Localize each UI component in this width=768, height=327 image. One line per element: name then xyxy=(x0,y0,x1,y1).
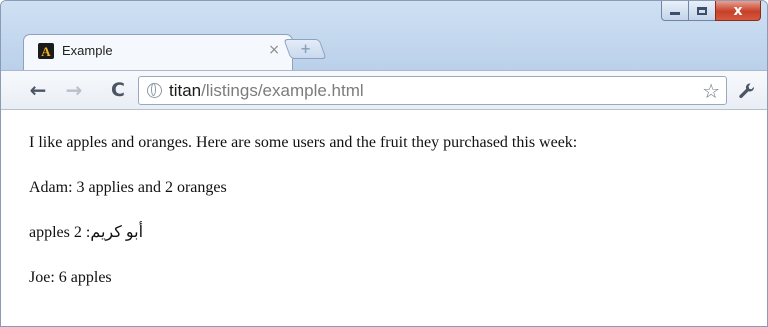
bookmark-star-icon[interactable]: ☆ xyxy=(702,79,720,103)
reload-icon: C xyxy=(111,79,125,101)
page-content: I like apples and oranges. Here are some… xyxy=(1,110,767,326)
close-window-button[interactable]: x xyxy=(715,1,761,21)
url-path: /listings/example.html xyxy=(201,81,364,100)
forward-arrow-icon: → xyxy=(65,78,83,102)
wrench-icon[interactable] xyxy=(735,79,759,103)
tab-example[interactable]: A Example × xyxy=(23,34,293,71)
favicon-letter: A xyxy=(41,43,51,59)
forward-button[interactable]: → xyxy=(61,77,87,103)
reload-button[interactable]: C xyxy=(105,77,131,103)
plus-icon: + xyxy=(299,41,311,57)
address-bar[interactable]: titan/listings/example.html ☆ xyxy=(138,76,727,105)
tab-title: Example xyxy=(62,43,113,58)
window-controls: x xyxy=(661,1,761,23)
minimize-icon xyxy=(670,12,680,15)
maximize-button[interactable] xyxy=(688,1,716,21)
favicon-icon: A xyxy=(38,43,54,59)
url-host: titan xyxy=(169,81,202,100)
url-text[interactable]: titan/listings/example.html xyxy=(169,81,364,101)
tab-close-icon[interactable]: × xyxy=(268,42,280,58)
navigation-toolbar: ← → C titan/listings/example.html ☆ xyxy=(1,70,767,110)
new-tab-button[interactable]: + xyxy=(283,39,327,59)
intro-paragraph: I like apples and oranges. Here are some… xyxy=(29,134,578,151)
purchase-line-adam: Adam: 3 applies and 2 oranges xyxy=(29,179,227,196)
purchase-line-joe: Joe: 6 apples xyxy=(29,269,112,286)
close-icon: x xyxy=(733,2,743,19)
back-arrow-icon: ← xyxy=(29,78,47,102)
title-bar: x A Example × + xyxy=(1,1,767,71)
back-button[interactable]: ← xyxy=(25,77,51,103)
browser-window: x A Example × + ← → C titan/listings/exa… xyxy=(0,0,768,327)
purchase-line-abu-karim: أبو كريم: 2 apples xyxy=(29,224,144,241)
minimize-button[interactable] xyxy=(661,1,689,21)
wrench-svg xyxy=(739,83,754,99)
globe-icon xyxy=(147,83,162,98)
maximize-icon xyxy=(697,6,707,15)
